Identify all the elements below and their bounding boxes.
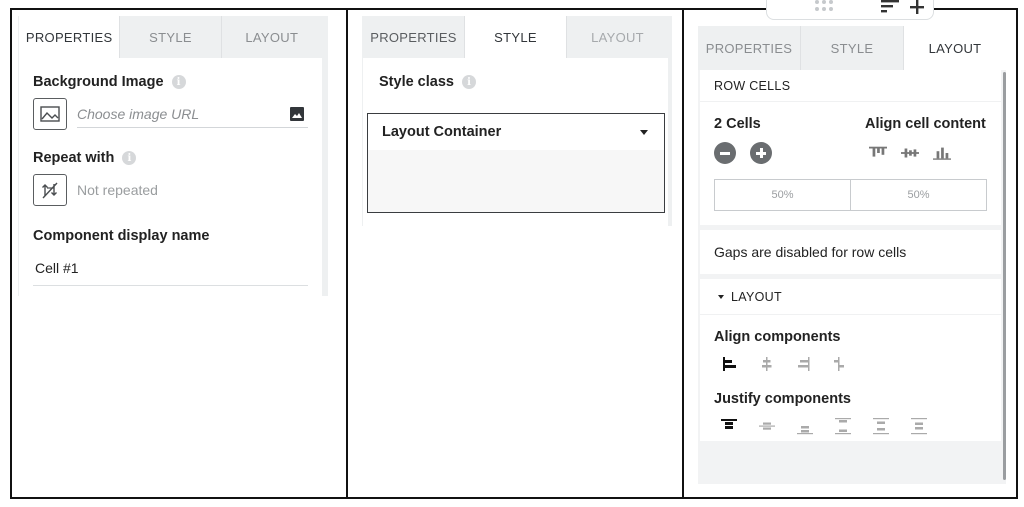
style-panel: PROPERTIES STYLE LAYOUT Style class i La… bbox=[362, 16, 672, 226]
image-icon bbox=[40, 106, 60, 122]
layout-panel: PROPERTIES STYLE LAYOUT ROW CELLS 2 Cell… bbox=[698, 26, 1006, 484]
image-url-input[interactable]: Choose image URL bbox=[77, 100, 308, 128]
info-icon[interactable]: i bbox=[461, 75, 476, 89]
background-image-label-text: Background Image bbox=[33, 74, 164, 90]
repeat-with-label: Repeat with i bbox=[33, 150, 308, 166]
tab-style[interactable]: STYLE bbox=[801, 26, 904, 70]
sort-icon[interactable] bbox=[881, 0, 901, 14]
align-left-icon[interactable] bbox=[722, 355, 740, 373]
dropdown-selected[interactable]: Layout Container bbox=[368, 114, 664, 150]
align-bottom-icon[interactable] bbox=[933, 144, 951, 162]
layout-section-title: LAYOUT bbox=[731, 289, 782, 304]
chevron-down-icon bbox=[718, 294, 724, 299]
tab-bar: PROPERTIES STYLE LAYOUT bbox=[19, 16, 322, 58]
layout-section: LAYOUT Align components Justify componen… bbox=[700, 279, 1001, 441]
style-class-label-text: Style class bbox=[379, 74, 454, 90]
row-cells-header: ROW CELLS bbox=[700, 70, 1001, 102]
repeat-with-label-text: Repeat with bbox=[33, 150, 115, 166]
align-components-label: Align components bbox=[714, 329, 841, 345]
align-stretch-icon[interactable] bbox=[830, 355, 848, 373]
display-name-input[interactable]: Cell #1 bbox=[33, 250, 308, 286]
repeat-value: Not repeated bbox=[77, 182, 158, 198]
display-name-label: Component display name bbox=[33, 228, 210, 244]
align-top-icon[interactable] bbox=[869, 144, 887, 162]
cell-width-1[interactable]: 50% bbox=[715, 180, 850, 210]
gaps-note: Gaps are disabled for row cells bbox=[700, 230, 1001, 274]
chevron-down-icon bbox=[640, 129, 648, 135]
remove-cell-button[interactable] bbox=[714, 142, 736, 164]
layout-section-toggle[interactable]: LAYOUT bbox=[700, 279, 1001, 315]
tab-bar: PROPERTIES STYLE LAYOUT bbox=[698, 26, 1006, 70]
justify-space-between-icon[interactable] bbox=[834, 417, 852, 435]
info-icon[interactable]: i bbox=[122, 151, 137, 165]
justify-space-around-icon[interactable] bbox=[872, 417, 890, 435]
add-icon[interactable] bbox=[910, 0, 924, 14]
image-url-placeholder: Choose image URL bbox=[77, 105, 200, 122]
image-picker-icon[interactable] bbox=[290, 106, 304, 121]
floating-toolbar bbox=[766, 0, 934, 20]
tab-properties[interactable]: PROPERTIES bbox=[698, 26, 801, 70]
no-repeat-icon bbox=[42, 182, 58, 199]
cell-widths: 50% 50% bbox=[714, 179, 987, 211]
tab-layout[interactable]: LAYOUT bbox=[222, 16, 322, 58]
repeat-icon-button[interactable] bbox=[33, 174, 67, 206]
image-icon-button[interactable] bbox=[33, 98, 67, 130]
justify-center-icon[interactable] bbox=[758, 417, 776, 435]
justify-start-icon[interactable] bbox=[720, 417, 738, 435]
style-class-label: Style class i bbox=[379, 74, 652, 90]
scrollbar[interactable] bbox=[1003, 72, 1006, 480]
cell-width-2[interactable]: 50% bbox=[850, 180, 986, 210]
justify-space-evenly-icon[interactable] bbox=[910, 417, 928, 435]
tab-properties[interactable]: PROPERTIES bbox=[363, 16, 465, 58]
drag-handle-icon[interactable] bbox=[813, 0, 835, 13]
tab-properties[interactable]: PROPERTIES bbox=[19, 16, 121, 58]
align-right-icon[interactable] bbox=[794, 355, 812, 373]
justify-components-label: Justify components bbox=[714, 391, 851, 407]
background-image-label: Background Image i bbox=[33, 74, 308, 90]
tab-layout[interactable]: LAYOUT bbox=[567, 16, 668, 58]
tab-style[interactable]: STYLE bbox=[465, 16, 567, 58]
cells-count: 2 Cells bbox=[714, 116, 761, 132]
dropdown-value: Layout Container bbox=[382, 124, 502, 140]
justify-end-icon[interactable] bbox=[796, 417, 814, 435]
info-icon[interactable]: i bbox=[171, 75, 186, 89]
add-cell-button[interactable] bbox=[750, 142, 772, 164]
tab-bar: PROPERTIES STYLE LAYOUT bbox=[363, 16, 668, 58]
tab-layout[interactable]: LAYOUT bbox=[904, 26, 1006, 70]
properties-panel: PROPERTIES STYLE LAYOUT Background Image… bbox=[18, 16, 328, 296]
style-class-dropdown[interactable]: Layout Container bbox=[367, 113, 665, 213]
row-cells-section: ROW CELLS 2 Cells Align cell content 50%… bbox=[700, 70, 1001, 225]
align-middle-icon[interactable] bbox=[901, 144, 919, 162]
tab-style[interactable]: STYLE bbox=[120, 16, 222, 58]
align-cell-content-label: Align cell content bbox=[865, 116, 986, 132]
align-center-icon[interactable] bbox=[758, 355, 776, 373]
